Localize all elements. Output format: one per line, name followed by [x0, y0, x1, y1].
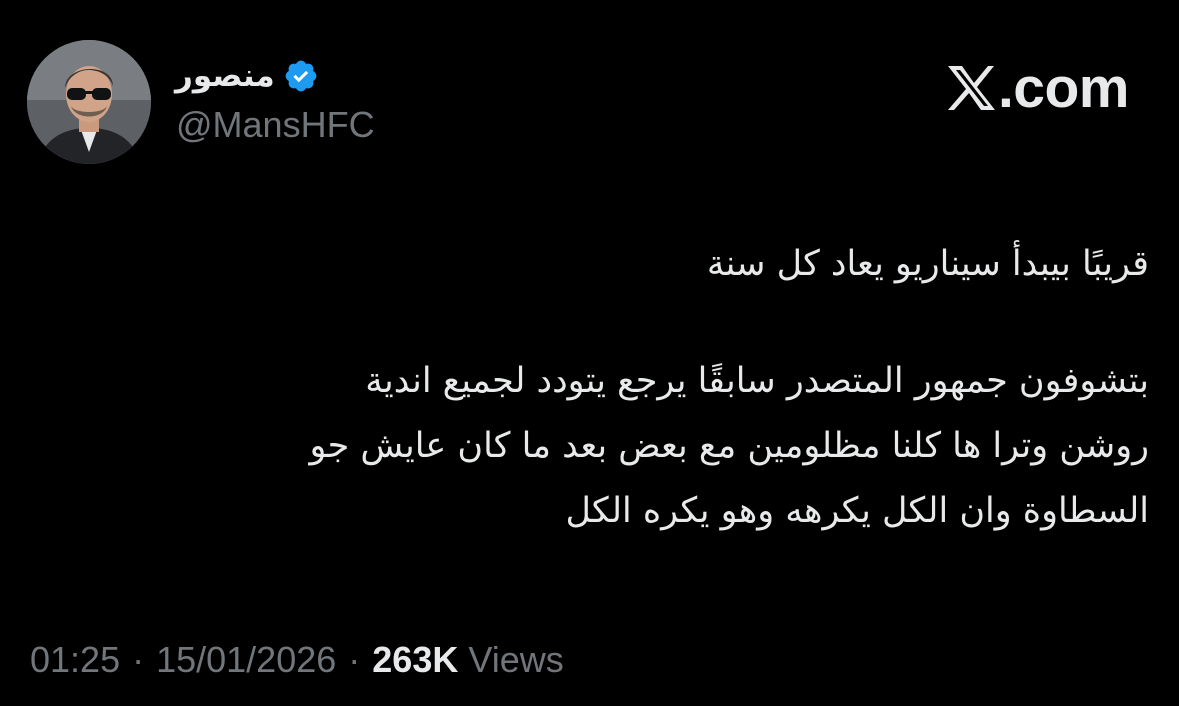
author-name-row: منصور [175, 56, 319, 96]
avatar[interactable] [27, 40, 151, 164]
tweet-line: بتشوفون جمهور المتصدر سابقًا يرجع يتودد … [365, 361, 1149, 401]
views-label: Views [468, 639, 564, 680]
x-logo-icon [946, 64, 996, 112]
author-handle[interactable]: @MansHFC [176, 104, 375, 146]
brand-domain-text: .com [997, 56, 1130, 120]
tweet-line: قريبًا بيبدأ سيناريو يعاد كل سنة [706, 244, 1149, 284]
meta-separator: · [348, 639, 361, 680]
brand-logo: .com [946, 56, 1130, 120]
meta-separator: · [132, 639, 145, 680]
author-display-name[interactable]: منصور [175, 56, 275, 96]
verified-badge-icon [283, 58, 319, 94]
views-count[interactable]: 263K [372, 639, 458, 681]
tweet-date[interactable]: 15/01/2026 [156, 639, 336, 681]
tweet-text: قريبًا بيبدأ سيناريو يعاد كل سنة بتشوفون… [89, 232, 1149, 544]
tweet-meta: 01:25 · 15/01/2026 · 263K Views [30, 636, 564, 684]
tweet-line: السطاوة وان الكل يكرهه وهو يكره الكل [565, 491, 1149, 531]
tweet-line: روشن وترا ها كلنا مظلومين مع بعض بعد ما … [309, 426, 1149, 466]
avatar-image [27, 40, 151, 164]
tweet-time[interactable]: 01:25 [30, 639, 120, 681]
